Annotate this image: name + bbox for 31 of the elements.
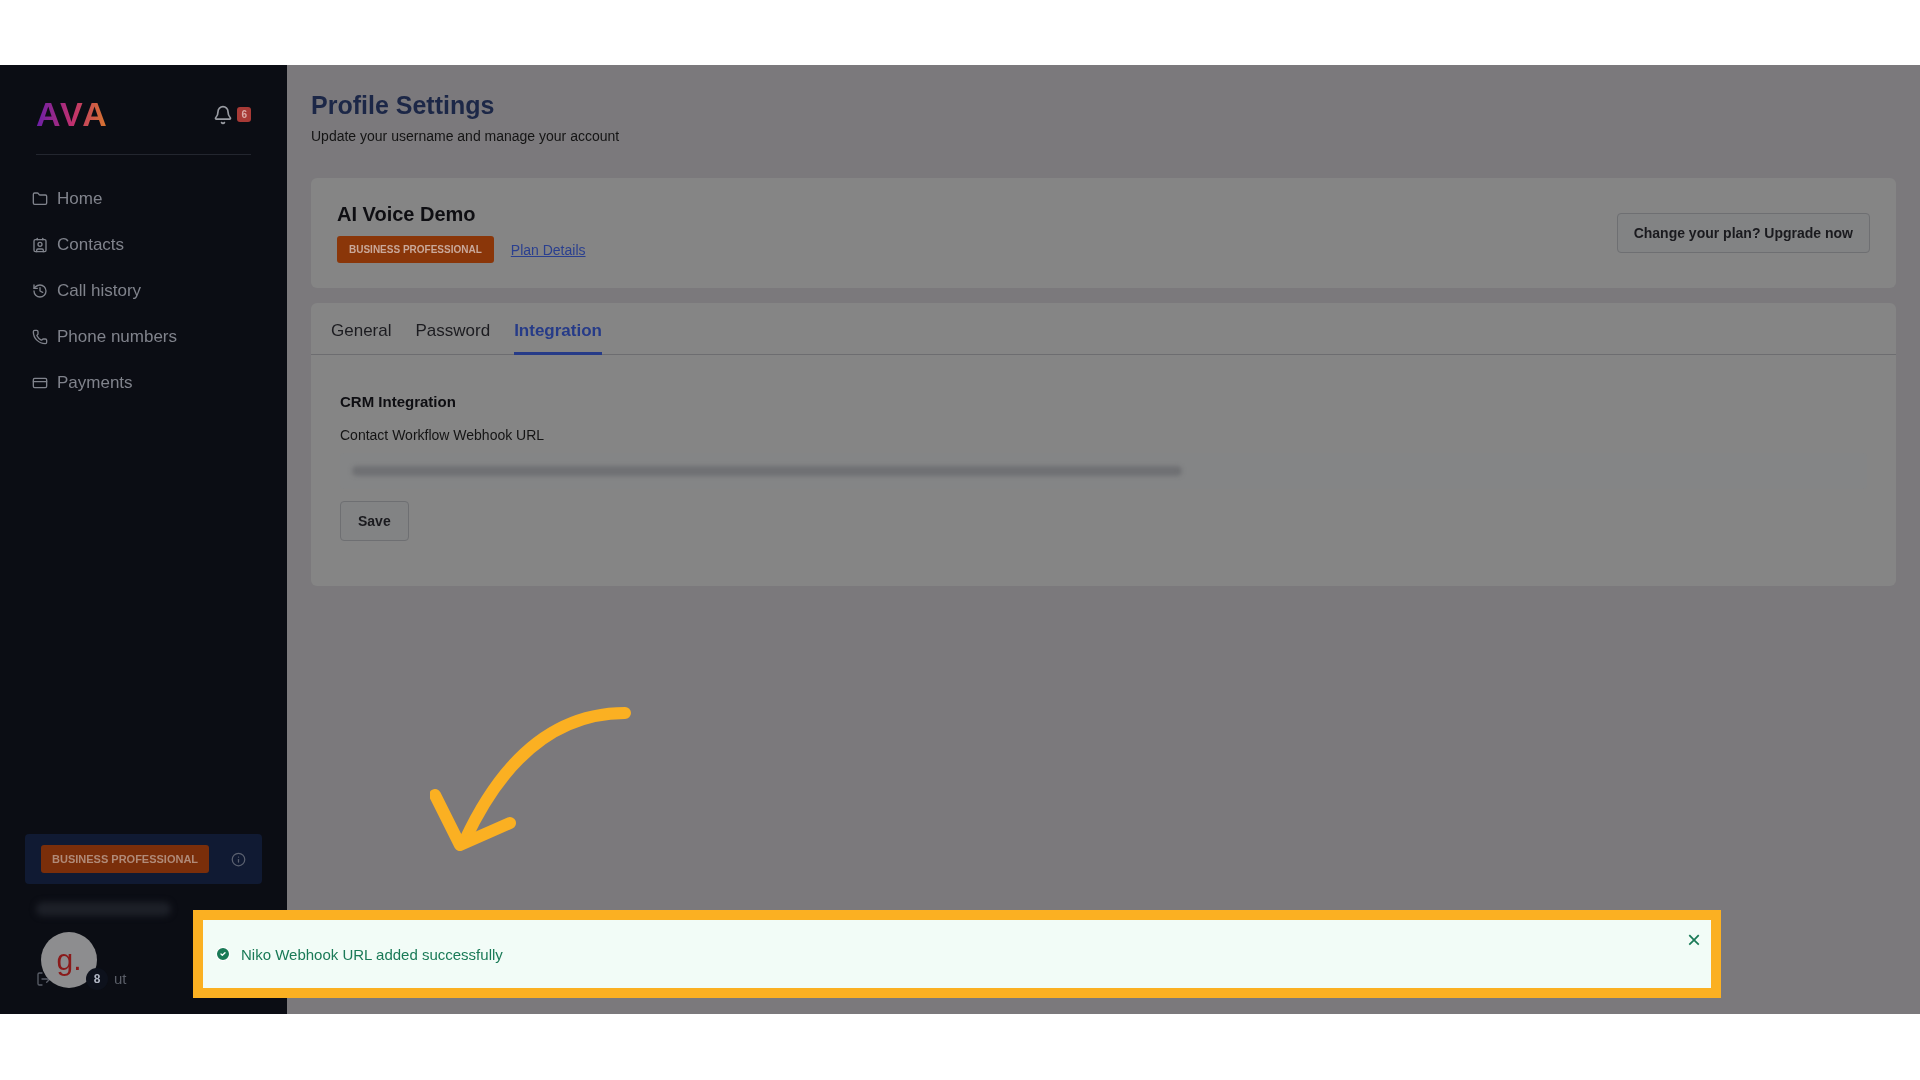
tab[interactable]: Password [415, 303, 491, 355]
sidebar-item[interactable]: Payments [32, 373, 287, 393]
tab[interactable]: Integration [514, 303, 602, 355]
section-heading: CRM Integration [340, 393, 456, 410]
upgrade-button[interactable]: Change your plan? Upgrade now [1616, 213, 1870, 253]
page-title: Profile Settings [311, 91, 496, 120]
check-icon [215, 946, 231, 962]
sidebar-item[interactable]: Contacts [32, 235, 287, 255]
notification-count: 6 [237, 107, 251, 122]
info-icon[interactable] [231, 851, 246, 867]
sidebar-item[interactable]: Call history [32, 281, 287, 301]
history-icon [32, 283, 48, 299]
logout-label[interactable]: ut [114, 970, 127, 987]
page-subtitle: Update your username and manage your account [311, 128, 621, 144]
folder-icon [32, 191, 48, 207]
save-button[interactable]: Save [340, 501, 409, 541]
contact-icon [32, 237, 48, 253]
plan-badge: BUSINESS PROFESSIONAL [41, 845, 210, 873]
card-icon [32, 375, 48, 391]
field-label: Contact Workflow Webhook URL [340, 427, 545, 443]
close-button[interactable]: × [1687, 928, 1701, 952]
plan-details-link[interactable]: Plan Details [510, 241, 586, 258]
phone-icon [32, 329, 48, 345]
plan-badge: BUSINESS PROFESSIONAL [337, 236, 494, 263]
bell-icon[interactable] [213, 104, 234, 125]
toast-message: Niko Webhook URL added successfully [241, 945, 503, 963]
avatar-badge: 8 [86, 968, 108, 990]
account-name: AI Voice Demo [337, 203, 477, 226]
sidebar-item[interactable]: Phone numbers [32, 327, 287, 347]
tab[interactable]: General [331, 303, 392, 355]
sidebar-item[interactable]: Home [32, 189, 287, 209]
